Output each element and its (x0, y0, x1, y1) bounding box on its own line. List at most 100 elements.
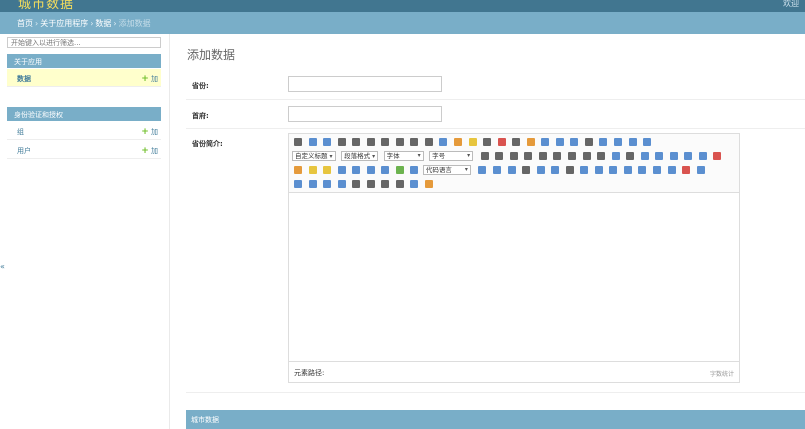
capital-input[interactable] (288, 106, 442, 122)
music-icon[interactable] (352, 166, 361, 174)
strikethrough-icon[interactable] (395, 137, 404, 146)
paste-plain-icon[interactable] (497, 137, 506, 146)
breadcrumb-model[interactable]: 数据 (95, 19, 111, 28)
image-none-icon[interactable] (669, 152, 678, 160)
insert-col-icon[interactable] (667, 166, 676, 174)
rtl-icon[interactable] (495, 152, 504, 160)
template-icon[interactable] (493, 166, 502, 174)
redo-icon[interactable] (323, 137, 332, 146)
row-spacing-bottom-icon[interactable] (614, 137, 623, 146)
drafts-icon[interactable] (395, 179, 404, 188)
justify-center-icon[interactable] (538, 152, 547, 160)
fullscreen-icon[interactable] (643, 137, 652, 146)
remove-format-icon[interactable] (439, 137, 448, 146)
justify-right-icon[interactable] (553, 152, 562, 160)
sidebar-item-group[interactable]: 组 + 加 (7, 122, 161, 140)
insert-frame-icon[interactable] (410, 166, 419, 174)
editor-content-area[interactable] (289, 194, 739, 362)
auto-typeset-icon[interactable] (468, 137, 477, 146)
font-family-select[interactable]: 字体 ▾ (383, 151, 424, 161)
split-rows-icon[interactable] (337, 179, 346, 188)
to-lowercase-icon[interactable] (597, 152, 606, 160)
clear-doc-icon[interactable] (584, 137, 593, 146)
merge-right-icon[interactable] (294, 179, 302, 188)
sidebar-item-label[interactable]: 用户 (17, 147, 31, 155)
subscript-icon[interactable] (424, 137, 433, 146)
sidebar-item-label[interactable]: 组 (17, 128, 24, 136)
breadcrumb-home[interactable]: 首页 (17, 19, 33, 28)
sidebar-item-label[interactable]: 数据 (17, 75, 31, 83)
ordered-list-icon[interactable] (541, 137, 550, 146)
emotion-icon[interactable] (294, 166, 302, 174)
line-height-icon[interactable] (628, 137, 637, 146)
insert-video-icon[interactable] (337, 166, 346, 174)
add-user-button[interactable]: + 加 (141, 146, 158, 156)
map-icon[interactable] (381, 166, 390, 174)
image-left-icon[interactable] (655, 152, 664, 160)
auto-save-icon[interactable] (424, 179, 433, 188)
underline-icon[interactable] (366, 137, 375, 146)
sidebar-item-user[interactable]: 用户 + 加 (7, 141, 161, 159)
insert-image-icon[interactable] (713, 152, 722, 160)
delete-row-icon[interactable] (653, 166, 662, 174)
italic-icon[interactable] (352, 137, 361, 146)
preview-icon[interactable] (381, 179, 390, 188)
nav-filter-input[interactable] (7, 37, 161, 48)
delete-table-icon[interactable] (609, 166, 618, 174)
province-input[interactable] (288, 76, 442, 92)
module-caption-auth[interactable]: 身份验证和授权 (7, 107, 161, 121)
sidebar-item-data[interactable]: 数据 + 加 (7, 69, 161, 87)
font-color-icon[interactable] (512, 137, 521, 146)
format-match-icon[interactable] (454, 137, 463, 146)
image-center-icon[interactable] (698, 152, 707, 160)
background-icon[interactable] (507, 166, 516, 174)
special-chars-icon[interactable] (565, 166, 574, 174)
anchor-icon[interactable] (640, 152, 649, 160)
delete-col-icon[interactable] (682, 166, 691, 174)
toggle-nav-sidebar-button[interactable]: « (0, 262, 5, 271)
insert-paragraph-before-table-icon[interactable] (623, 166, 632, 174)
to-uppercase-icon[interactable] (582, 152, 591, 160)
breadcrumb-app[interactable]: 关于应用程序 (40, 19, 88, 28)
add-data-button[interactable]: + 加 (141, 74, 158, 84)
scrawl-icon[interactable] (323, 166, 332, 174)
superscript-icon[interactable] (410, 137, 419, 146)
font-border-icon[interactable] (381, 137, 390, 146)
source-icon[interactable] (294, 137, 302, 146)
image-right-icon[interactable] (684, 152, 693, 160)
font-size-select[interactable]: 字号 ▾ (429, 151, 474, 161)
time-icon[interactable] (551, 166, 560, 174)
print-icon[interactable] (366, 179, 375, 188)
insert-row-icon[interactable] (638, 166, 647, 174)
custom-title-select[interactable]: 自定义标题 ▾ (292, 151, 336, 161)
split-cols-icon[interactable] (352, 179, 361, 188)
justify-left-icon[interactable] (524, 152, 533, 160)
module-caption-about-app[interactable]: 关于应用 (7, 54, 161, 68)
code-language-select[interactable]: 代码语言 ▾ (422, 165, 471, 175)
paragraph-format-select[interactable]: 段落格式 ▾ (341, 151, 379, 161)
select-all-icon[interactable] (570, 137, 579, 146)
split-cells-icon[interactable] (323, 179, 332, 188)
indent-icon[interactable] (509, 152, 518, 160)
justify-full-icon[interactable] (568, 152, 576, 160)
horizontal-icon[interactable] (522, 166, 531, 174)
blockquote-icon[interactable] (483, 137, 492, 146)
gmap-icon[interactable] (395, 166, 404, 174)
attachment-icon[interactable] (366, 166, 375, 174)
ltr-icon[interactable] (480, 152, 489, 160)
date-icon[interactable] (536, 166, 545, 174)
bold-icon[interactable] (337, 137, 346, 146)
merge-cells-icon[interactable] (696, 166, 705, 174)
merge-down-icon[interactable] (308, 179, 317, 188)
undo-icon[interactable] (308, 137, 317, 146)
search-replace-icon[interactable] (580, 166, 589, 174)
emoji-icon[interactable] (308, 166, 317, 174)
row-spacing-top-icon[interactable] (599, 137, 608, 146)
unlink-icon[interactable] (626, 152, 635, 160)
site-title[interactable]: 城市数据 (18, 0, 74, 12)
unordered-list-icon[interactable] (555, 137, 564, 146)
help-icon[interactable] (410, 179, 419, 188)
highlight-color-icon[interactable] (526, 137, 535, 146)
user-tools[interactable]: 欢迎 (783, 0, 799, 9)
link-icon[interactable] (611, 152, 620, 160)
